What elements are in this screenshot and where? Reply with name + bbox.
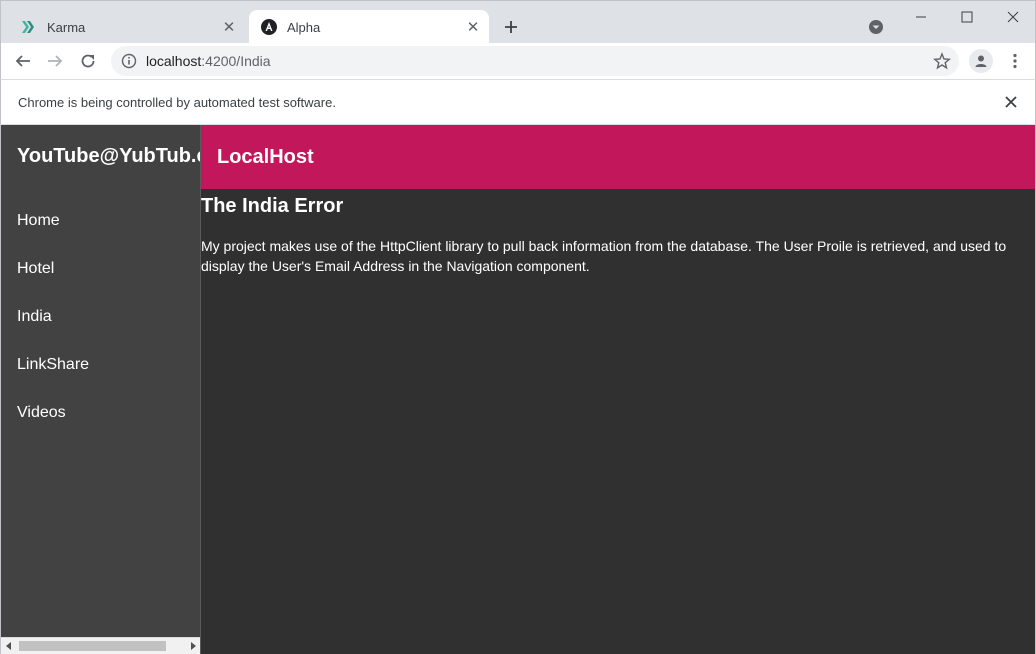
info-icon[interactable] <box>121 53 137 69</box>
minimize-icon <box>916 16 926 18</box>
new-tab-button[interactable] <box>499 15 523 39</box>
nav-item-home[interactable]: Home <box>17 212 60 230</box>
tab-karma[interactable]: Karma ✕ <box>9 10 245 44</box>
tab-alpha[interactable]: Alpha ✕ <box>249 10 489 44</box>
menu-dots-icon <box>1013 53 1017 69</box>
tab-title: Karma <box>47 19 86 35</box>
profile-icon <box>975 55 987 67</box>
maximize-button[interactable] <box>953 5 981 29</box>
back-arrow-icon <box>15 55 30 67</box>
automation-infobar: Chrome is being controlled by automated … <box>0 79 1036 125</box>
tab-search-icon <box>869 20 883 34</box>
close-tab-icon[interactable]: ✕ <box>219 17 239 37</box>
nav-item-videos[interactable]: Videos <box>17 404 66 422</box>
star-icon[interactable] <box>932 52 952 70</box>
forward-arrow-icon <box>48 55 63 67</box>
minimize-button[interactable] <box>907 5 935 29</box>
address-bar[interactable]: localhost:4200/India <box>111 46 959 76</box>
toolbar-title: LocalHost <box>217 146 314 168</box>
tab-search-button[interactable] <box>867 18 885 36</box>
url-host: localhost <box>146 53 202 69</box>
profile-button[interactable] <box>969 49 993 73</box>
close-window-button[interactable] <box>999 5 1027 29</box>
back-button[interactable] <box>11 49 35 73</box>
tab-strip: Karma ✕ Alpha ✕ <box>0 0 1036 44</box>
angular-favicon-icon <box>261 19 277 35</box>
close-icon <box>1005 96 1017 108</box>
close-icon <box>1007 11 1019 23</box>
scroll-right-icon[interactable] <box>191 642 196 650</box>
nav-item-linkshare[interactable]: LinkShare <box>17 356 89 374</box>
url-path: :4200/India <box>201 53 271 69</box>
browser-toolbar: localhost:4200/India <box>0 43 1036 79</box>
infobar-message: Chrome is being controlled by automated … <box>18 95 336 110</box>
nav-item-hotel[interactable]: Hotel <box>17 260 54 278</box>
forward-button[interactable] <box>43 49 67 73</box>
plus-icon <box>505 21 517 33</box>
tab-title: Alpha <box>287 19 321 35</box>
close-infobar-button[interactable] <box>1001 92 1021 112</box>
url-text: localhost:4200/India <box>146 53 271 69</box>
close-tab-icon[interactable]: ✕ <box>463 17 483 37</box>
horizontal-scrollbar[interactable] <box>1 637 200 654</box>
menu-button[interactable] <box>1003 49 1027 73</box>
brand-title: YouTube@YubTub.cl <box>17 145 201 167</box>
maximize-icon <box>961 11 973 23</box>
nav-item-india[interactable]: India <box>17 308 52 326</box>
reload-icon <box>81 54 95 68</box>
page-title: The India Error <box>201 195 344 217</box>
karma-favicon-icon <box>21 19 37 35</box>
app-toolbar: LocalHost <box>201 125 1036 189</box>
main-content: The India Error My project makes use of … <box>201 189 1036 654</box>
sidenav: YouTube@YubTub.cl Home Hotel India LinkS… <box>0 125 201 654</box>
page-body: My project makes use of the HttpClient l… <box>201 238 1007 274</box>
scroll-left-icon[interactable] <box>6 642 11 650</box>
reload-button[interactable] <box>76 49 100 73</box>
scrollbar-thumb[interactable] <box>19 641 166 651</box>
